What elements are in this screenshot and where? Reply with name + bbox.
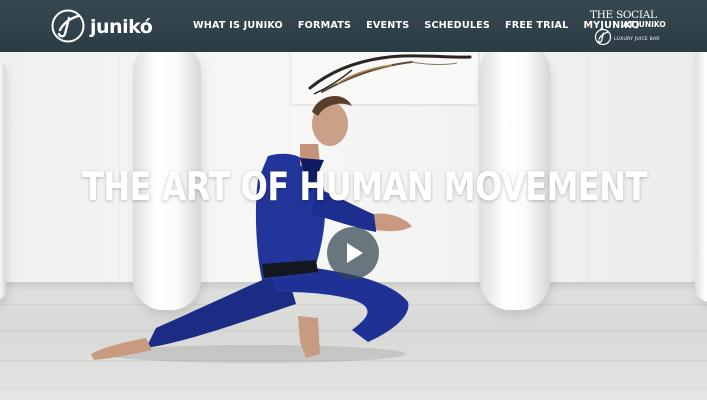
juniko-j-icon [51, 9, 85, 43]
social-subtitle: LUXURY JUICE BAR [614, 37, 660, 42]
nav-formats[interactable]: FORMATS [298, 20, 351, 31]
nav-free-trial[interactable]: FREE TRIAL [505, 20, 568, 31]
play-icon [347, 243, 363, 263]
punching-bag-edge-left [0, 60, 6, 300]
video-play-button[interactable] [327, 227, 379, 279]
main-nav: WHAT IS JUNIKO FORMATS EVENTS SCHEDULES … [193, 20, 655, 31]
social-juice-bar-logo[interactable]: THE SOCIAL AT JUNIKO LUXURY JUICE BAR [590, 8, 666, 46]
nav-events[interactable]: EVENTS [366, 20, 409, 31]
nav-schedules[interactable]: SCHEDULES [424, 20, 490, 31]
juniko-small-j-icon [594, 28, 612, 46]
nav-what-is-juniko[interactable]: WHAT IS JUNIKO [193, 20, 283, 31]
athlete-figure [91, 95, 412, 363]
hero-headline: THE ART OF HUMAN MOVEMENT [82, 164, 647, 210]
brand-logo[interactable]: junikó [50, 8, 153, 44]
top-navbar: junikó WHAT IS JUNIKO FORMATS EVENTS SCH… [0, 0, 707, 52]
punching-bag-edge [695, 42, 707, 302]
social-at-juniko: AT JUNIKO [623, 20, 666, 29]
brand-name: junikó [90, 16, 153, 38]
